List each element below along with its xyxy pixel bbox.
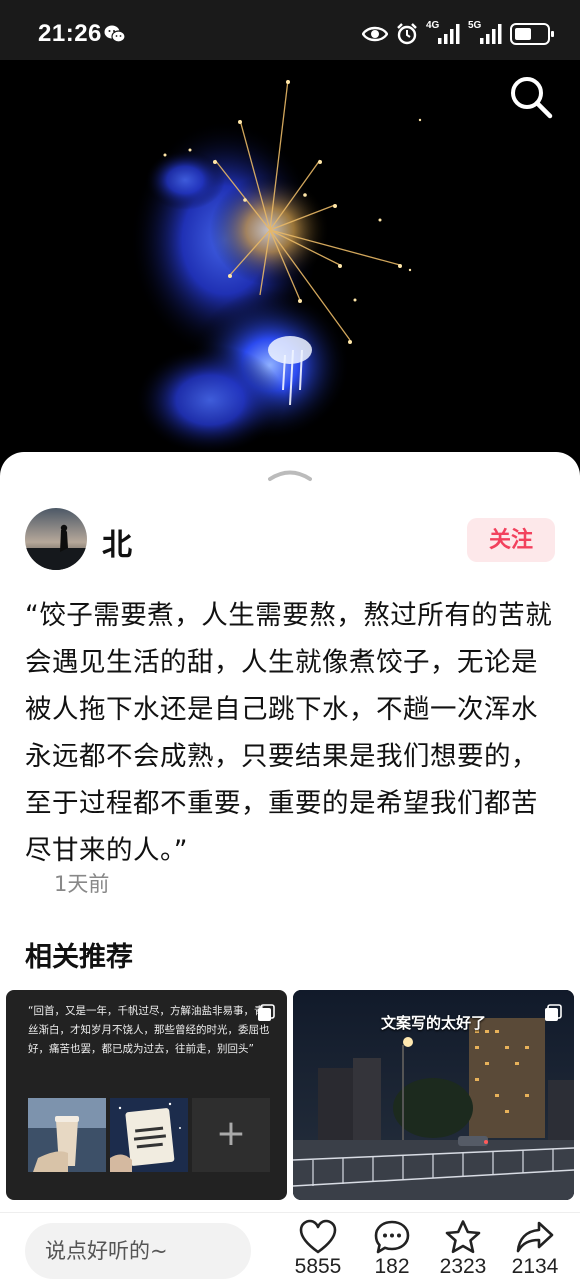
favorite-count: 2323 xyxy=(439,1255,487,1278)
eye-icon xyxy=(362,26,388,42)
post-timestamp: 1天前 xyxy=(54,872,110,896)
post-text: “饺子需要煮，人生需要熬，熬过所有的苦就会遇见生活的甜，人生就像煮饺子，无论是被… xyxy=(25,600,553,866)
comment-icon xyxy=(374,1220,410,1254)
comment-button[interactable]: 182 xyxy=(357,1219,427,1279)
related-card-1-thumb-coffee xyxy=(28,1098,106,1172)
share-icon xyxy=(516,1221,554,1253)
fireworks-image xyxy=(0,60,580,470)
username[interactable]: 北 xyxy=(102,520,132,564)
status-bar: 21:26 4G 5G xyxy=(0,0,580,68)
like-count: 5855 xyxy=(294,1255,342,1278)
search-icon[interactable] xyxy=(508,74,554,120)
related-card-2-caption: 文案写的太好了 xyxy=(380,1014,486,1032)
share-count: 2134 xyxy=(511,1255,559,1278)
post-sheet: 北 关注 “饺子需要煮，人生需要熬，熬过所有的苦就会遇见生活的甜，人生就像煮饺子… xyxy=(0,452,580,1288)
battery-fill xyxy=(515,28,531,40)
chevron-up-icon[interactable] xyxy=(268,466,312,482)
like-button[interactable]: 5855 xyxy=(283,1219,353,1279)
alarm-icon xyxy=(397,23,417,45)
follow-button[interactable]: 关注 xyxy=(467,518,555,562)
comment-input[interactable]: 说点好听的~ xyxy=(25,1223,251,1279)
battery-icon xyxy=(510,23,554,45)
multi-image-icon xyxy=(545,1004,562,1021)
avatar[interactable] xyxy=(25,508,87,570)
heart-icon xyxy=(299,1219,337,1254)
related-card-1-thumb-card xyxy=(110,1098,188,1172)
star-icon xyxy=(445,1220,481,1254)
signal-icon-5g: 5G xyxy=(468,20,502,46)
status-time: 21:26 xyxy=(38,20,102,47)
plus-icon: + xyxy=(192,1098,270,1172)
post-image[interactable] xyxy=(0,60,580,470)
wechat-icon xyxy=(104,25,126,43)
related-card-1-text: “回首，又是一年，千帆过尽，方解油盐非易事，青丝渐白，才知岁月不饶人，那些曾经的… xyxy=(28,1005,270,1055)
share-button[interactable]: 2134 xyxy=(500,1219,570,1279)
multi-image-icon xyxy=(258,1004,275,1021)
bottom-action-bar: 说点好听的~ 5855 182 2323 2134 xyxy=(0,1212,580,1288)
related-card-2[interactable]: 文案写的太好了 xyxy=(293,990,574,1200)
favorite-button[interactable]: 2323 xyxy=(428,1219,498,1279)
related-card-1[interactable]: “回首，又是一年，千帆过尽，方解油盐非易事，青丝渐白，才知岁月不饶人，那些曾经的… xyxy=(6,990,287,1200)
related-section-title: 相关推荐 xyxy=(25,942,133,973)
signal-icon-4g: 4G xyxy=(426,20,460,46)
comment-count: 182 xyxy=(374,1255,410,1278)
